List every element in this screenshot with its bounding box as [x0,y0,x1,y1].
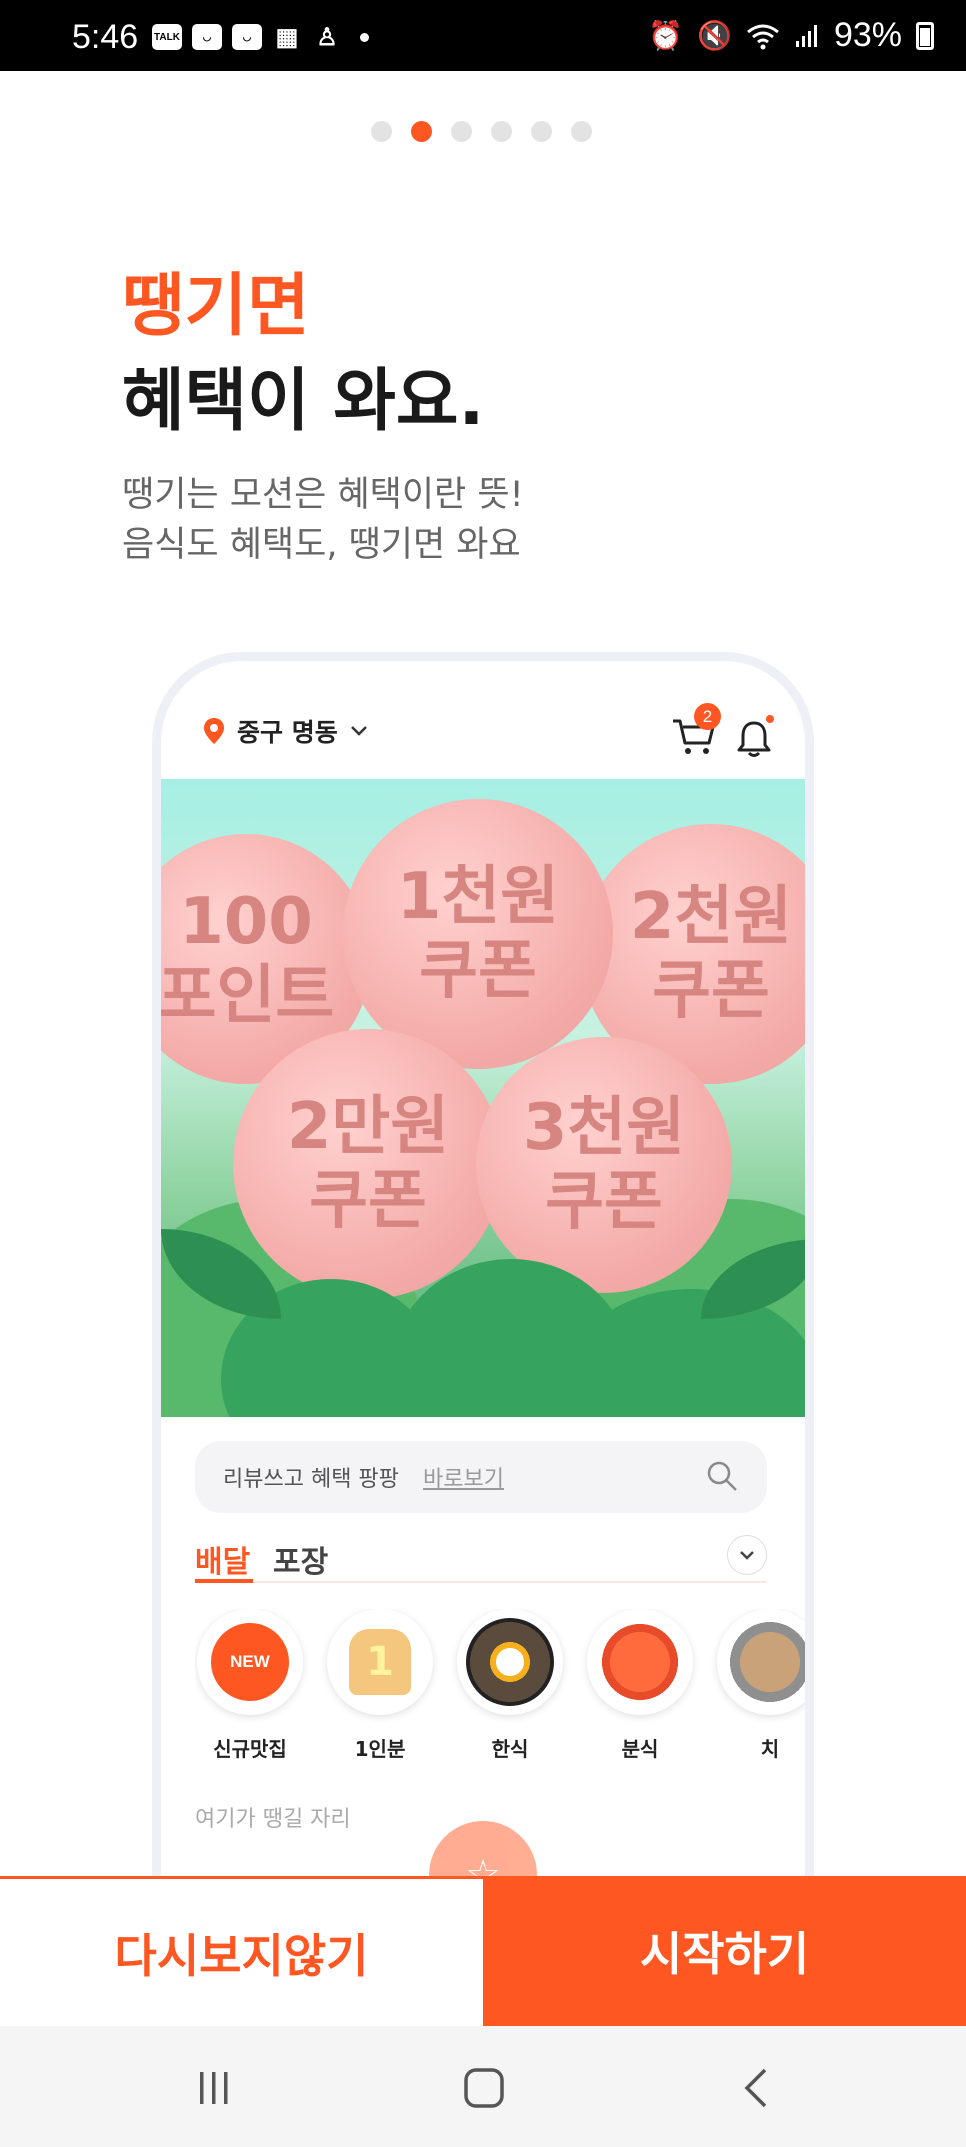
balloon-text: 쿠폰 [419,934,537,1008]
balloon-20thousand-coupon: 2만원 쿠폰 [233,1029,503,1299]
category-list: NEW 신규맛집 1 1인분 한식 분식 치 [195,1609,805,1769]
category-korean[interactable]: 한식 [455,1609,565,1762]
news-icon: ▦ [275,23,299,51]
status-right: ⏰ 🔇 93% [648,16,934,55]
category-label: 한식 [491,1737,529,1761]
category-label: 분식 [621,1737,659,1761]
page-dot [491,121,512,142]
phone-preview: 중구 명동 2 100 포인트 2천원 쿠폰 1천원 쿠폰 2만원 쿠폰 3천원 쿠폰 [152,652,814,1972]
recents-button[interactable] [184,2064,244,2112]
balloon-text: 2만원 [286,1090,450,1164]
location-selector: 중구 명동 [203,713,368,749]
bell-icon [737,721,771,757]
service-tabs: 배달 포장 [195,1531,767,1583]
home-button[interactable] [454,2064,514,2112]
cart-count-badge: 2 [694,703,721,730]
tteokbokki-icon [596,1618,684,1706]
page-dot [571,121,592,142]
active-tab-underline [195,1579,253,1583]
system-nav-bar [0,2026,966,2147]
start-button[interactable]: 시작하기 [483,1876,966,2026]
balloon-text: 3천원 [522,1091,686,1165]
view-now-link[interactable]: 바로보기 [423,1461,504,1493]
description: 땡기는 모션은 혜택이란 뜻! 음식도 혜택도, 땡기면 와요 [122,470,524,570]
page-dot [451,121,472,142]
headline-main: 혜택이 와요. [122,362,485,441]
category-single-serving[interactable]: 1 1인분 [325,1609,435,1762]
status-bar: 5:46 TALK ◡ ◡ ▦ ♙ ⏰ 🔇 93% [0,0,966,71]
signal-icon [795,24,817,47]
notification-icons: TALK ◡ ◡ ▦ ♙ [152,23,369,51]
wifi-icon [747,24,779,49]
balloon-text: 포인트 [161,959,335,1033]
balloon-text: 쿠폰 [545,1165,663,1239]
status-time: 5:46 [72,18,139,56]
category-icon [717,1609,805,1715]
headline-accent: 땡기면 [122,267,310,346]
mute-icon: 🔇 [697,20,732,51]
alarm-icon: ⏰ [648,20,684,51]
search-text: 리뷰쓰고 혜택 팡팡 [223,1467,399,1492]
chicken-icon [726,1618,805,1706]
new-badge-icon: NEW [211,1623,289,1701]
balloon-3thousand-coupon: 3천원 쿠폰 [476,1037,732,1293]
category-icon [457,1609,563,1715]
location-pin-icon [204,718,224,744]
category-chicken[interactable]: 치 [715,1609,805,1762]
mail-icon: ◡ [192,24,222,50]
category-label: 1인분 [354,1737,406,1761]
category-label: 신규맛집 [213,1737,287,1761]
category-snacks[interactable]: 분식 [585,1609,695,1762]
page-indicator [371,121,592,142]
bibimbap-icon [466,1618,554,1706]
category-icon: NEW [197,1609,303,1715]
balloon-text: 쿠폰 [652,954,770,1028]
bottom-actions: 다시보지않기 시작하기 [0,1876,966,2026]
description-line-1: 땡기는 모션은 혜택이란 뜻! [122,475,524,515]
toast-number: 1 [366,1639,394,1685]
search-icon[interactable] [705,1459,739,1493]
app-icon: ♙ [316,23,338,51]
page-dot [371,121,392,142]
balloon-text: 100 [179,885,313,959]
balloon-text: 쿠폰 [309,1164,427,1238]
mail-icon: ◡ [232,24,262,50]
toast-icon: 1 [349,1629,411,1695]
home-icon [464,2068,504,2108]
tab-delivery[interactable]: 배달 [195,1537,250,1581]
category-label: 치 [760,1737,780,1761]
category-icon: 1 [327,1609,433,1715]
back-icon [744,2068,767,2108]
talk-icon: TALK [152,24,182,50]
category-new[interactable]: NEW 신규맛집 [195,1609,305,1762]
chevron-down-icon [350,726,367,736]
page-dot [531,121,552,142]
more-notifications-icon [360,32,369,42]
balloon-text: 2천원 [629,880,793,954]
notification-dot [766,715,774,723]
preview-header: 중구 명동 2 [161,661,805,771]
location-label: 중구 명동 [237,718,338,747]
description-line-2: 음식도 혜택도, 땡기면 와요 [122,525,521,565]
balloon-1thousand-coupon: 1천원 쿠폰 [343,799,613,1069]
promo-banner: 100 포인트 2천원 쿠폰 1천원 쿠폰 2만원 쿠폰 3천원 쿠폰 [161,779,805,1417]
tab-takeout[interactable]: 포장 [273,1537,328,1581]
category-icon [587,1609,693,1715]
expand-chevron-icon[interactable] [727,1535,767,1575]
review-promo-search[interactable]: 리뷰쓰고 혜택 팡팡 바로보기 [195,1441,767,1513]
battery-icon [916,21,934,50]
new-badge-text: NEW [230,1652,270,1671]
battery-percent: 93% [833,16,902,54]
back-button[interactable] [726,2064,786,2112]
dont-show-again-button[interactable]: 다시보지않기 [0,1876,483,2026]
balloon-text: 1천원 [396,860,560,934]
recents-icon [200,2072,228,2104]
section-hint: 여기가 땡길 자리 [195,1807,351,1832]
page-dot-active [411,121,432,142]
